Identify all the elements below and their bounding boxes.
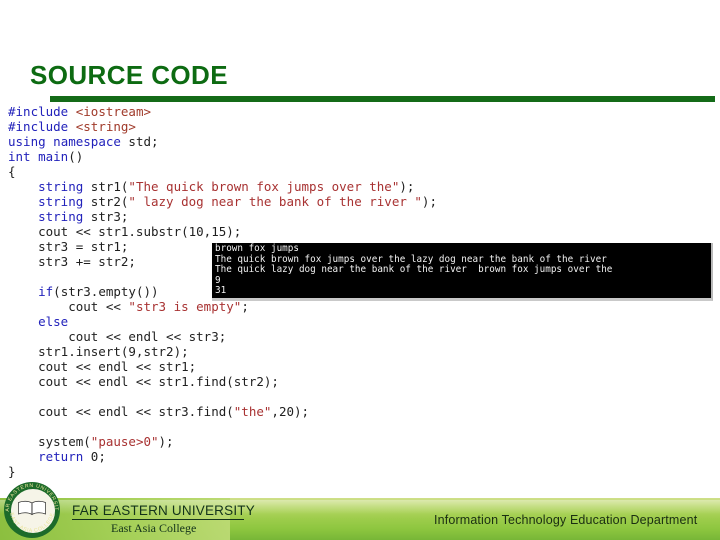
console-output-text: brown fox jumps The quick brown fox jumps… xyxy=(212,243,711,297)
code-line: cout << endl << str1.find(str2); xyxy=(8,374,279,389)
code-line: string str1("The quick brown fox jumps o… xyxy=(38,179,415,194)
console-output-window[interactable]: brown fox jumps The quick brown fox jumps… xyxy=(212,243,713,301)
code-line: cout << endl << str1; xyxy=(8,359,197,374)
slide-canvas: SOURCE CODE #include <iostream> #include … xyxy=(0,0,720,540)
university-name-underline xyxy=(72,519,244,520)
console-line: The quick lazy dog near the bank of the … xyxy=(215,264,613,276)
console-line: 31 xyxy=(215,285,227,297)
department-name: Information Technology Education Departm… xyxy=(434,513,698,527)
code-line: str1.insert(9,str2); xyxy=(8,344,189,359)
title-underline-rule xyxy=(50,96,715,102)
console-line: brown fox jumps xyxy=(215,243,299,254)
console-line: 9 xyxy=(215,274,221,286)
page-title: SOURCE CODE xyxy=(30,60,228,90)
code-line: int main() xyxy=(8,149,84,164)
code-line: using namespace std; xyxy=(8,134,159,149)
code-line: } xyxy=(8,464,16,479)
college-name: East Asia College xyxy=(111,521,197,535)
feu-seal-logo: FAR EASTERN UNIVERSITY EAST ASIA COLLEGE xyxy=(4,482,60,538)
code-line: cout << "str3 is empty"; xyxy=(8,299,249,314)
code-line: string str2(" lazy dog near the bank of … xyxy=(38,194,437,209)
code-line: #include <string> xyxy=(8,119,136,134)
code-line: cout << endl << str3.find("the",20); xyxy=(8,404,310,419)
code-line: string str3; xyxy=(38,209,129,224)
university-name: FAR EASTERN UNIVERSITY xyxy=(72,503,255,518)
open-book-icon xyxy=(18,500,46,516)
code-line: cout << str1.substr(10,15); xyxy=(8,224,242,239)
code-line: system("pause>0"); xyxy=(8,434,174,449)
code-line: else xyxy=(38,314,69,329)
code-line: { xyxy=(8,164,16,179)
code-line: return 0; xyxy=(38,449,106,464)
code-line: cout << endl << str3; xyxy=(8,329,227,344)
code-line: #include <iostream> xyxy=(8,104,152,119)
